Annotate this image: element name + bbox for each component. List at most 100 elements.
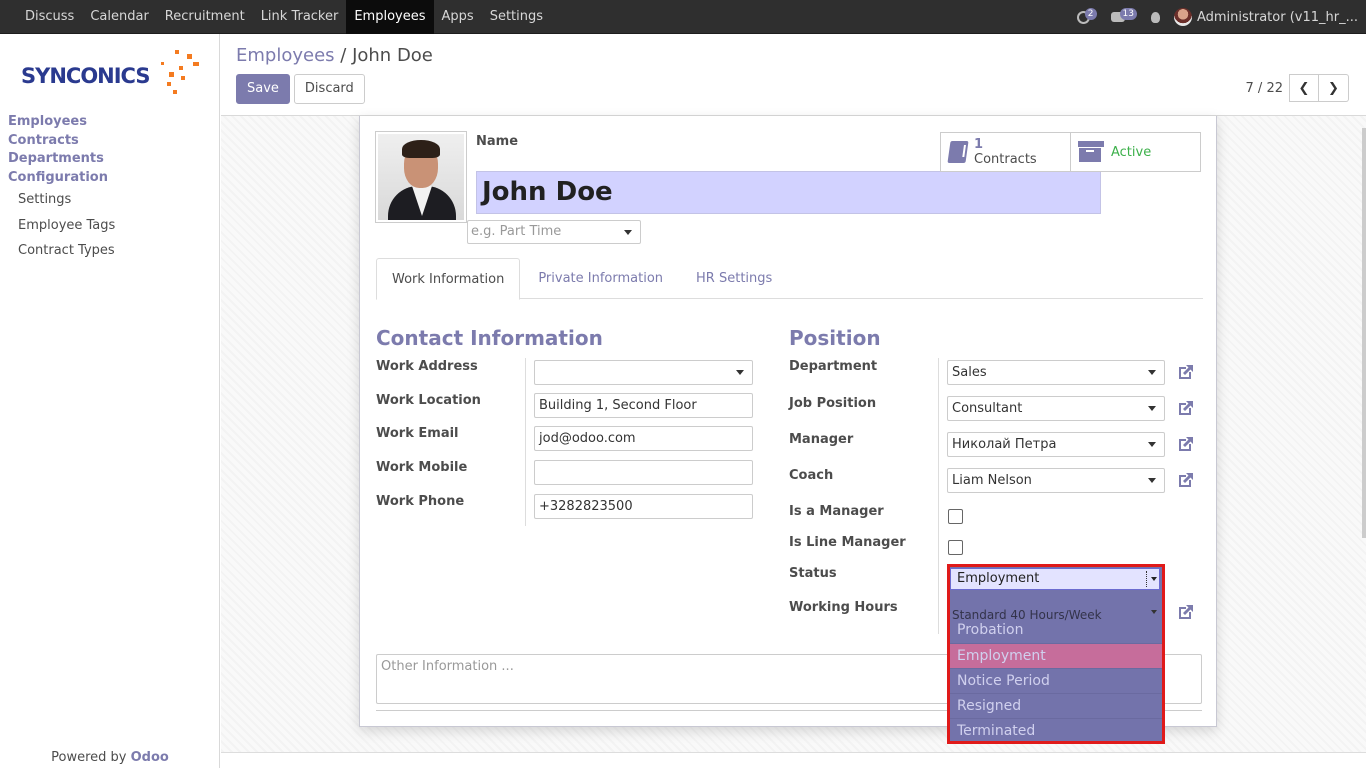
work-location-field[interactable]: Building 1, Second Floor [534,393,753,418]
employee-tags-field[interactable]: e.g. Part Time [467,220,641,244]
sidebar-item-employee-tags[interactable]: Employee Tags [0,213,220,239]
sidebar-item-departments[interactable]: Departments [0,150,220,169]
department-field[interactable]: Sales [947,360,1165,385]
logo-text: SYNCONICS [21,64,150,88]
pager-value[interactable]: 7 / 22 [1246,81,1283,96]
status-option-employment[interactable]: Employment [950,643,1162,668]
manager-label: Manager [789,432,854,447]
sidebar-item-contracts[interactable]: Contracts [0,132,220,151]
name-label: Name [476,134,519,149]
position-title: Position [789,326,881,350]
tab-private-information[interactable]: Private Information [523,258,678,299]
sidebar-item-settings[interactable]: Settings [0,187,220,213]
status-option-resigned[interactable]: Resigned [950,693,1162,718]
powered-by: Powered by Odoo [0,750,220,765]
manager-field[interactable]: Николай Петра [947,432,1165,457]
activity-button[interactable]: 2 [1076,8,1097,24]
external-link-icon[interactable] [1177,471,1195,489]
chevron-down-icon [1148,442,1156,447]
menu-apps[interactable]: Apps [434,0,482,34]
tab-work-information[interactable]: Work Information [376,258,521,300]
sidebar: SYNCONICS Employees Contracts Department… [0,34,220,768]
chevron-down-icon [736,370,744,375]
scrollbar[interactable] [1362,128,1366,538]
external-link-icon[interactable] [1177,603,1195,621]
work-phone-field[interactable]: +3282823500 [534,494,753,519]
coach-value: Liam Nelson [952,473,1032,488]
top-navbar: Discuss Calendar Recruitment Link Tracke… [0,0,1366,34]
messages-button[interactable]: 13 [1110,8,1137,23]
active-label: Active [1111,144,1152,160]
user-avatar[interactable] [1173,8,1192,26]
external-link-icon[interactable] [1177,363,1195,381]
work-mobile-field[interactable] [534,460,753,485]
menu-calendar[interactable]: Calendar [82,0,156,34]
menu-settings[interactable]: Settings [482,0,551,34]
name-field[interactable]: John Doe [476,171,1101,214]
status-select[interactable]: Employment [950,568,1160,590]
is-manager-checkbox[interactable] [948,509,963,524]
message-count-badge: 13 [1119,8,1137,20]
sidebar-item-employees[interactable]: Employees [0,113,220,132]
chevron-left-icon: ❮ [1298,80,1310,96]
debug-button[interactable] [1150,11,1160,23]
company-logo: SYNCONICS [21,48,201,100]
work-phone-label: Work Phone [376,494,465,509]
menu-recruitment[interactable]: Recruitment [157,0,253,34]
pager-next-button[interactable]: ❯ [1319,74,1349,102]
chevron-down-icon [1148,478,1156,483]
tags-placeholder: e.g. Part Time [471,224,562,239]
chevron-down-icon [1148,370,1156,375]
contracts-smart-button[interactable]: 1 Contracts [940,132,1071,172]
chevron-down-icon [1151,610,1157,614]
smart-buttons: 1 Contracts Active [940,132,1201,172]
active-toggle-button[interactable]: Active [1070,132,1201,172]
sidebar-item-contract-types[interactable]: Contract Types [0,238,220,264]
menu-employees[interactable]: Employees [346,0,434,34]
form-view: Name John Doe e.g. Part Time 1 Contracts… [221,116,1366,768]
department-label: Department [789,359,878,374]
status-option-probation[interactable]: Probation [950,618,1162,643]
is-line-manager-checkbox[interactable] [948,540,963,555]
menu-discuss[interactable]: Discuss [17,0,82,34]
working-hours-label: Working Hours [789,600,898,615]
work-mobile-label: Work Mobile [376,460,468,475]
powered-brand-link[interactable]: Odoo [131,750,169,765]
chevron-down-icon [624,230,632,235]
sidebar-item-configuration[interactable]: Configuration [0,169,220,188]
breadcrumb-current: John Doe [352,45,433,66]
breadcrumb-employees[interactable]: Employees [236,45,335,66]
contracts-label: Contracts [974,152,1037,167]
employee-photo[interactable] [375,131,467,223]
work-email-field[interactable]: jod@odoo.com [534,426,753,451]
control-panel: Employees / John Doe Save Discard 7 / 22… [221,34,1366,116]
work-address-field[interactable] [534,360,753,385]
status-option-terminated[interactable]: Terminated [950,718,1162,743]
chevron-down-icon [1148,406,1156,411]
archive-icon [1077,140,1105,162]
chevron-down-icon [1151,577,1157,581]
external-link-icon[interactable] [1177,399,1195,417]
user-menu[interactable]: Administrator (v11_hr_... [1197,10,1358,25]
external-link-icon[interactable] [1177,435,1195,453]
pager-previous-button[interactable]: ❮ [1289,74,1319,102]
status-dropdown: Employment Standard 40 Hours/Week Probat… [947,564,1165,744]
work-location-label: Work Location [376,393,481,408]
discard-button[interactable]: Discard [293,74,365,104]
work-address-label: Work Address [376,359,478,374]
menu-link-tracker[interactable]: Link Tracker [253,0,347,34]
job-position-field[interactable]: Consultant [947,396,1165,421]
status-label: Status [789,566,837,581]
work-email-label: Work Email [376,426,459,441]
bug-icon [1150,11,1160,23]
app-menu: Discuss Calendar Recruitment Link Tracke… [17,0,551,34]
job-position-label: Job Position [789,396,877,411]
sidebar-nav: Employees Contracts Departments Configur… [0,113,220,264]
coach-field[interactable]: Liam Nelson [947,468,1165,493]
tab-hr-settings[interactable]: HR Settings [681,258,787,299]
contracts-count: 1 [974,137,984,152]
pager: 7 / 22 ❮ ❯ [1246,74,1349,102]
save-button[interactable]: Save [236,74,290,104]
status-option-notice-period[interactable]: Notice Period [950,668,1162,693]
chevron-right-icon: ❯ [1328,80,1339,96]
